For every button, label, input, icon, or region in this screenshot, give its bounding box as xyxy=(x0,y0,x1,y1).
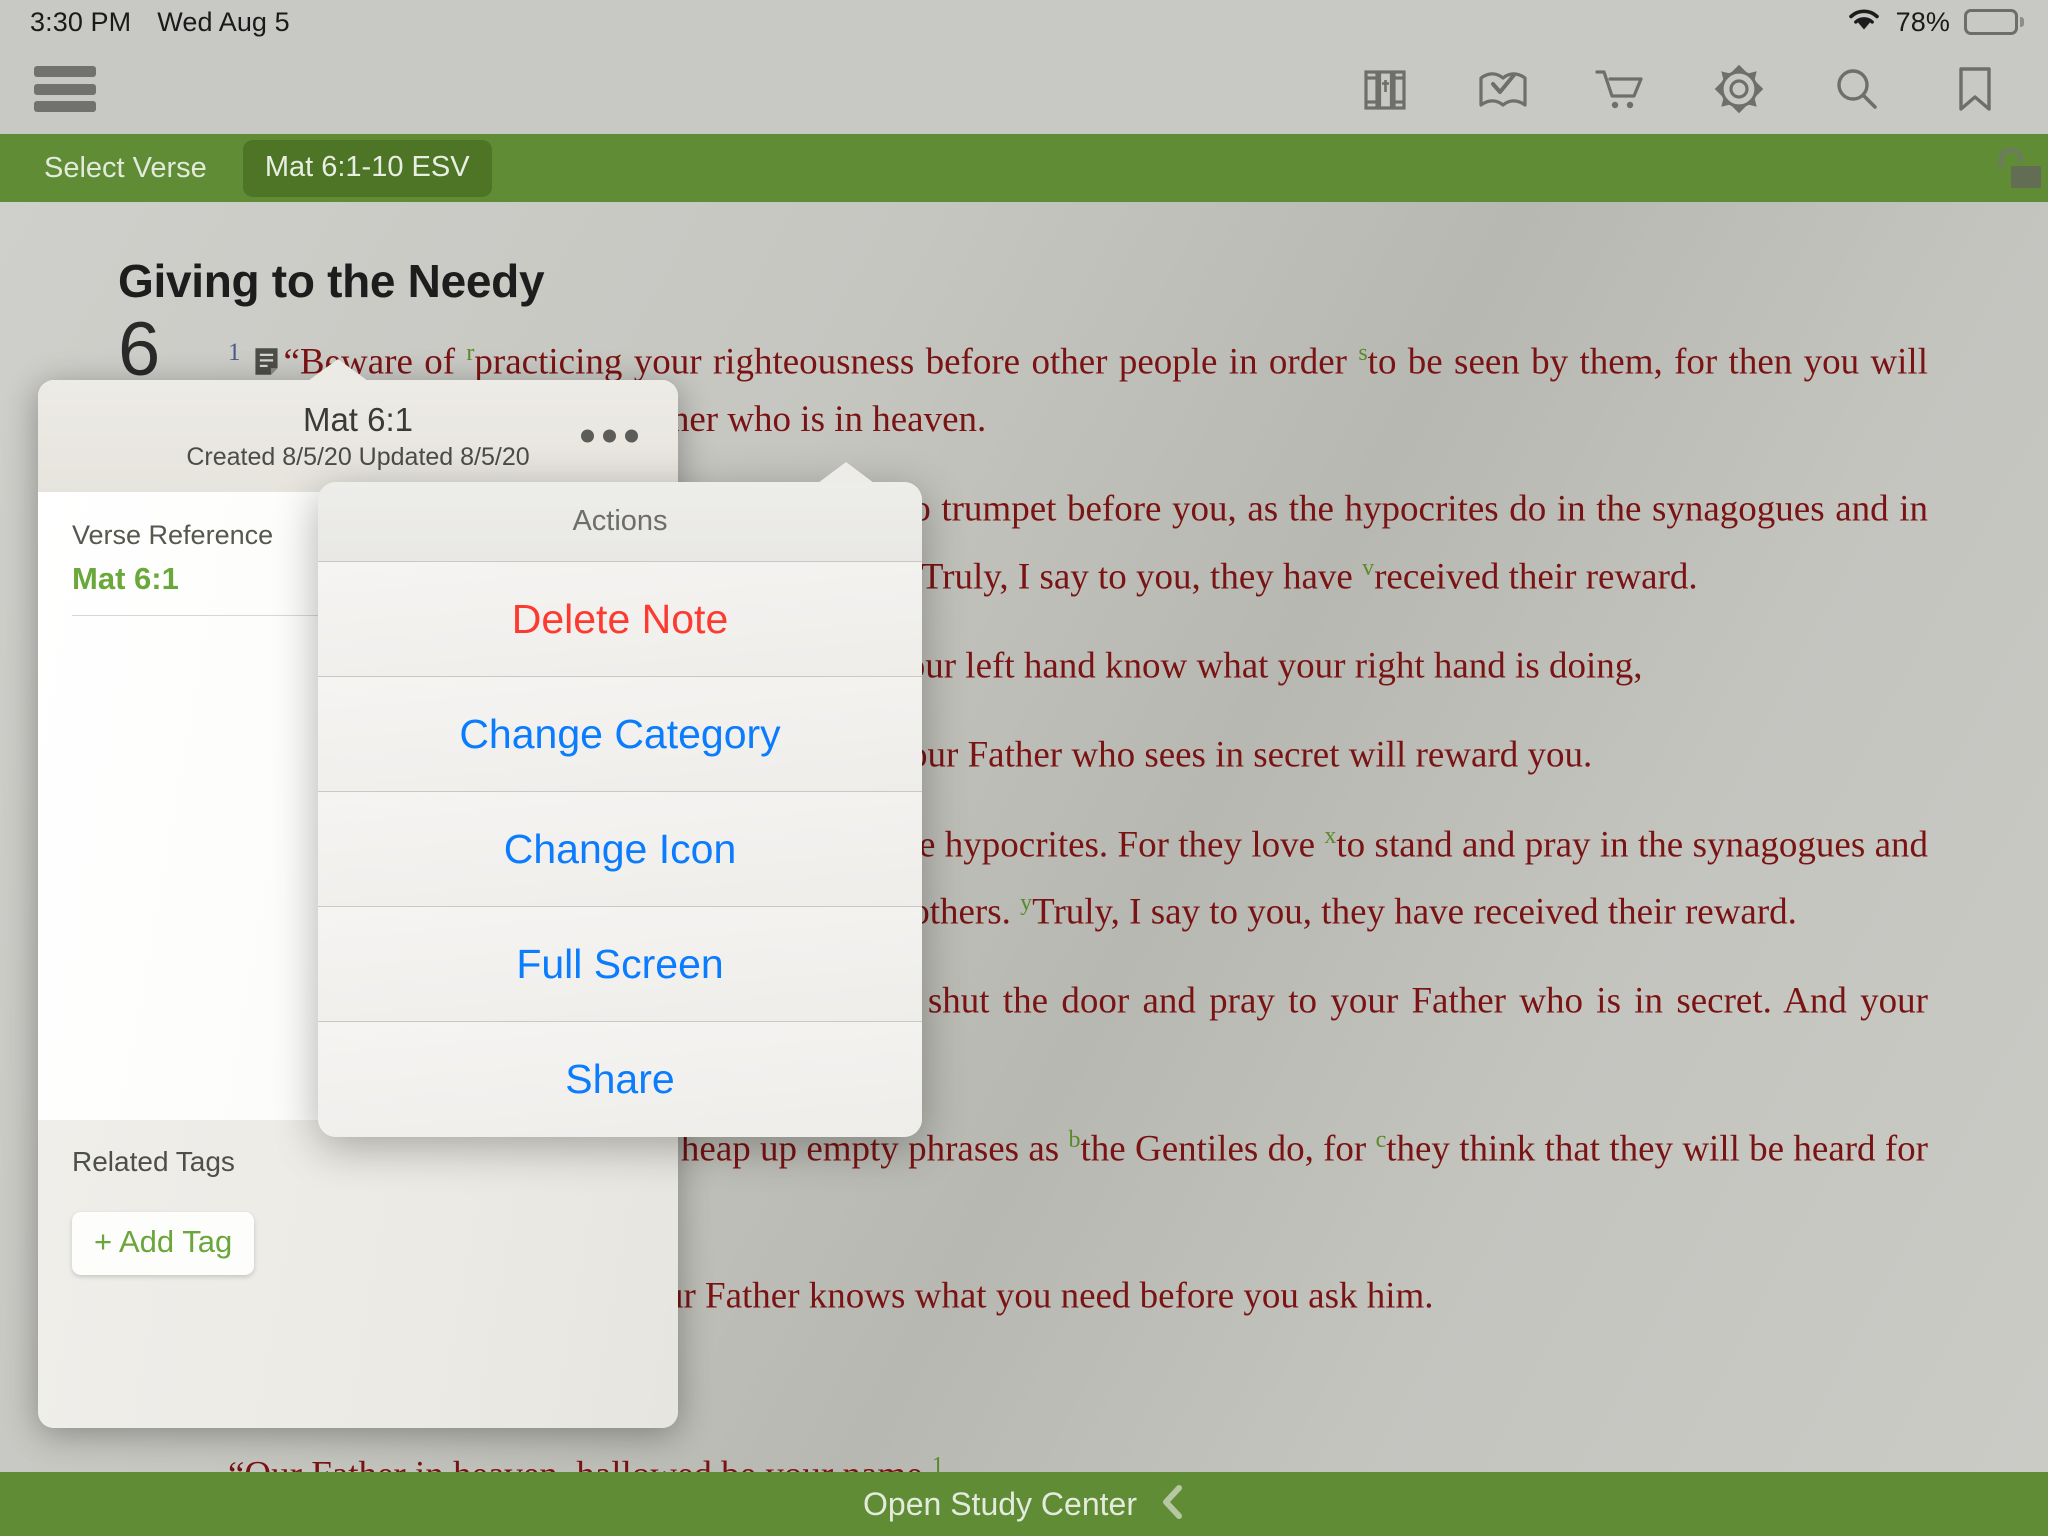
note-dates: Created 8/5/20 Updated 8/5/20 xyxy=(186,442,530,471)
status-bar: 3:30 PM Wed Aug 5 78% xyxy=(0,0,2048,44)
note-popover-pointer xyxy=(308,359,368,381)
hamburger-menu-icon[interactable] xyxy=(34,66,96,112)
reading-plan-icon[interactable] xyxy=(1470,56,1536,122)
status-date: Wed Aug 5 xyxy=(157,6,290,37)
action-item-change-category[interactable]: Change Category xyxy=(318,677,922,792)
chapter-number: 6 xyxy=(118,307,161,392)
action-item-delete-note[interactable]: Delete Note xyxy=(318,562,922,677)
verse-note-icon xyxy=(254,348,278,376)
status-bar-left: 3:30 PM Wed Aug 5 xyxy=(30,7,290,38)
verse-paragraph: “Our Father in heaven, hallowed be your … xyxy=(228,1437,1928,1472)
battery-icon xyxy=(1964,9,2024,35)
verse-text-run: received their reward. xyxy=(1374,555,1698,597)
related-tags-label: Related Tags xyxy=(72,1146,235,1177)
verse-text-run: the Gentiles do, for xyxy=(1080,1127,1376,1169)
toolbar-icon-group xyxy=(1352,56,2048,122)
verse-text-run: practicing your righteousness before oth… xyxy=(474,341,1359,383)
verse-note-icon-wrap[interactable] xyxy=(253,341,284,382)
app-screen: 3:30 PM Wed Aug 5 78% Select Verse Mat 6… xyxy=(0,0,2048,1536)
unlocked-padlock-icon[interactable] xyxy=(1984,138,2044,198)
action-item-share[interactable]: Share xyxy=(318,1022,922,1137)
cross-reference-marker[interactable]: s xyxy=(1358,340,1367,366)
top-toolbar xyxy=(0,44,2048,134)
action-item-full-screen[interactable]: Full Screen xyxy=(318,907,922,1022)
search-icon[interactable] xyxy=(1824,56,1890,122)
actions-popover-pointer xyxy=(818,462,874,483)
verse-reference-pill[interactable]: Mat 6:1-10 ESV xyxy=(242,139,492,197)
open-study-center-bar[interactable]: Open Study Center xyxy=(0,1472,2048,1536)
wifi-icon xyxy=(1846,5,1882,39)
cross-reference-marker[interactable]: x xyxy=(1324,823,1336,849)
status-bar-right: 78% xyxy=(1846,5,2024,39)
verse-text-run: Truly, I say to you, they have received … xyxy=(1032,891,1797,933)
library-books-icon[interactable] xyxy=(1352,56,1418,122)
verse-text-run: And your Father who sees in secret will … xyxy=(817,734,1593,776)
cross-reference-marker[interactable]: y xyxy=(1020,890,1032,916)
verse-selection-bar: Select Verse Mat 6:1-10 ESV xyxy=(0,134,2048,202)
add-tag-button[interactable]: + Add Tag xyxy=(72,1212,255,1275)
action-item-change-icon[interactable]: Change Icon xyxy=(318,792,922,907)
battery-percent-label: 78% xyxy=(1895,6,1950,37)
shopping-cart-icon[interactable] xyxy=(1588,56,1654,122)
actions-popover: Actions Delete Note Change Category Change… xyxy=(318,462,922,1137)
related-tags-section: Related Tags + Add Tag xyxy=(38,1120,678,1428)
cross-reference-marker[interactable]: 1 xyxy=(932,1453,944,1472)
cross-reference-marker[interactable]: v xyxy=(1362,555,1374,581)
actions-list: Delete Note Change Category Change Icon Ful… xyxy=(318,562,922,1137)
verse-number[interactable]: 1 xyxy=(228,339,241,366)
cross-reference-marker[interactable]: b xyxy=(1068,1127,1080,1153)
chevron-left-icon xyxy=(1159,1483,1185,1526)
bookmark-icon[interactable] xyxy=(1942,56,2008,122)
cross-reference-marker[interactable]: c xyxy=(1376,1127,1387,1153)
open-study-center-label: Open Study Center xyxy=(863,1485,1137,1522)
settings-gear-icon[interactable] xyxy=(1706,56,1772,122)
actions-title: Actions xyxy=(318,482,922,562)
note-popover-header: Mat 6:1 Created 8/5/20 Updated 8/5/20 xyxy=(38,380,678,492)
note-title: Mat 6:1 xyxy=(302,400,414,438)
ellipsis-more-icon[interactable] xyxy=(581,429,638,443)
verse-text-run: “Our Father in heaven, hallowed be your … xyxy=(228,1454,932,1472)
status-time: 3:30 PM xyxy=(30,6,132,37)
section-heading: Giving to the Needy xyxy=(118,255,545,307)
select-verse-button[interactable]: Select Verse xyxy=(30,152,221,185)
verse-text-run: for your Father knows what you need befo… xyxy=(575,1275,1434,1317)
